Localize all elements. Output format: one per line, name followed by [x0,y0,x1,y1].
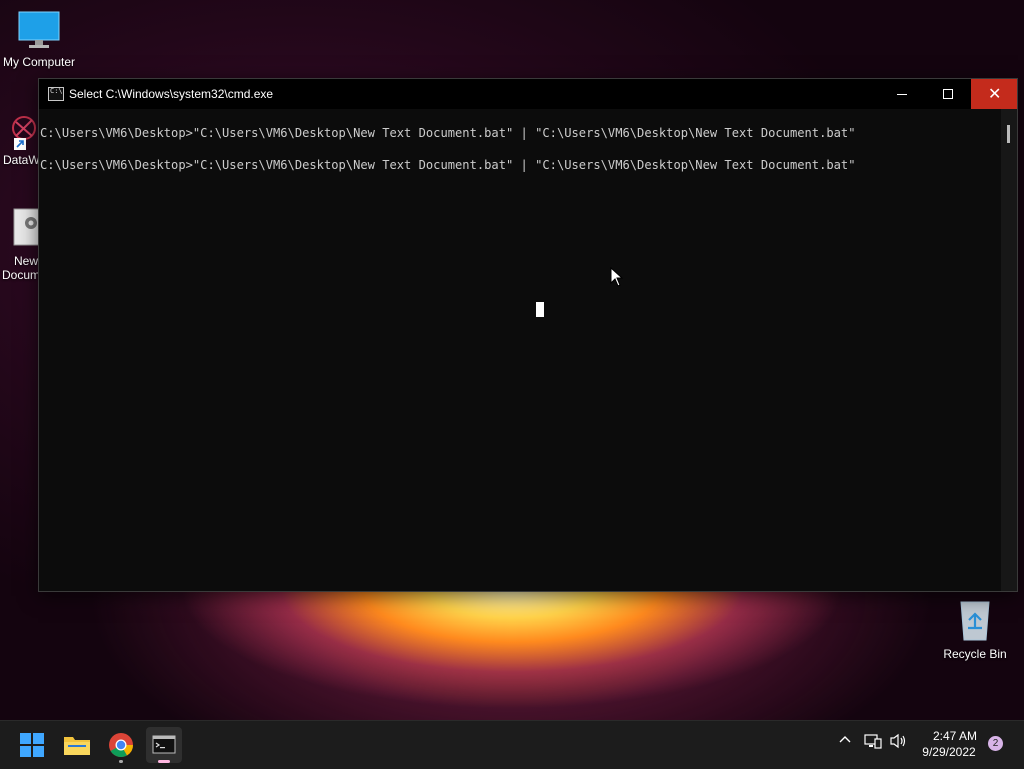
console-line: C:\Users\VM6\Desktop>"C:\Users\VM6\Deskt… [40,158,856,172]
notification-badge[interactable]: 2 [988,736,1003,751]
file-explorer-button[interactable] [59,727,95,763]
monitor-icon [18,11,60,48]
recycle-bin-icon [960,601,990,641]
desktop-icon-label: DataW [3,153,40,167]
desktop-icon-dataw[interactable]: DataW [0,108,40,167]
console-output[interactable]: C:\Users\VM6\Desktop>"C:\Users\VM6\Deskt… [39,109,1001,591]
cmd-taskbar-button[interactable] [146,727,182,763]
clock-time[interactable]: 2:47 AM [928,729,982,743]
cmd-app-icon: C:\ [48,87,64,101]
batch-file-icon [13,208,45,246]
window-title: Select C:\Windows\system32\cmd.exe [69,87,274,101]
vertical-scrollbar[interactable] [1001,109,1017,591]
cmd-app-icon-text: C:\ [50,87,63,95]
clock-date[interactable]: 9/29/2022 [918,745,980,759]
close-button[interactable]: ✕ [971,79,1017,109]
start-button[interactable] [14,727,50,763]
desktop-icon-new-document[interactable]: New Docum [0,207,45,282]
desktop-icon-recycle-bin[interactable]: Recycle Bin [942,598,1008,661]
chrome-button[interactable] [103,727,139,763]
title-bar[interactable]: C:\ Select C:\Windows\system32\cmd.exe ✕ [39,79,1017,109]
minimize-button[interactable] [879,79,925,109]
desktop-icon-label: New [13,254,38,268]
console-line: C:\Users\VM6\Desktop>"C:\Users\VM6\Deskt… [40,126,856,140]
scrollbar-thumb[interactable] [1007,125,1010,143]
terminal-icon [152,735,176,754]
maximize-button[interactable] [925,79,971,109]
chrome-icon [109,733,133,758]
running-indicator [119,760,123,763]
text-cursor [536,302,544,317]
chevron-up-icon[interactable] [838,733,852,750]
active-indicator [158,760,170,763]
desktop-icon-label: Docum [2,268,41,282]
mouse-pointer-icon [610,267,624,287]
desktop-icon-label: My Computer [2,55,76,69]
folder-icon [64,737,90,755]
cmd-window[interactable]: C:\ Select C:\Windows\system32\cmd.exe ✕… [38,78,1018,592]
windows-logo-icon [20,733,44,757]
network-icon[interactable] [864,733,882,752]
dataw-shortcut-icon [12,116,36,150]
close-icon: ✕ [988,86,1002,103]
desktop-icon-my-computer[interactable]: My Computer [2,10,76,69]
desktop-icon-label: Recycle Bin [943,647,1007,661]
volume-icon[interactable] [889,733,909,752]
